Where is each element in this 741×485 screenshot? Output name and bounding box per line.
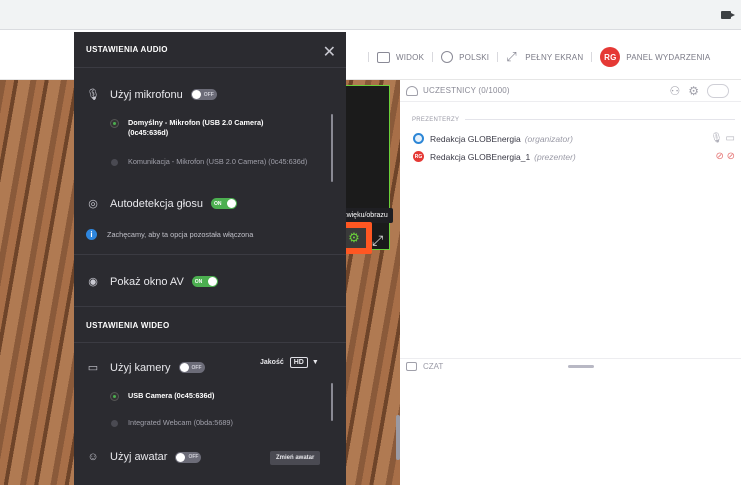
camera-icon: ▭ bbox=[87, 362, 99, 374]
user-avatar[interactable]: RG bbox=[600, 47, 621, 67]
participant-avatar: RG bbox=[413, 151, 424, 162]
use-camera-row: ▭ Użyj kamery OFF bbox=[86, 361, 205, 374]
use-avatar-toggle[interactable]: OFF bbox=[175, 451, 202, 463]
participants-tools: ⚇ ⚙ bbox=[669, 84, 729, 98]
participant-media-icons[interactable]: 🎙 ▭ bbox=[710, 133, 735, 144]
participant-role: (prezenter) bbox=[534, 151, 576, 162]
nav-language-button[interactable]: POLSKI bbox=[459, 53, 489, 62]
expand-icon[interactable]: ⤢ bbox=[372, 232, 383, 249]
camera-option-label: USB Camera (0c45:636d) bbox=[128, 391, 215, 400]
participant-avatar bbox=[413, 133, 424, 144]
avatar-icon: ☺ bbox=[87, 451, 99, 463]
use-mic-label: Użyj mikrofonu bbox=[110, 88, 183, 101]
participants-icon bbox=[406, 85, 418, 96]
autodetect-toggle[interactable]: ON bbox=[210, 198, 237, 209]
radio-selected bbox=[111, 393, 118, 400]
camera-option-label: Integrated Webcam (0bda:5689) bbox=[128, 418, 233, 427]
participant-muted-icons[interactable]: ⊘ ⊘ bbox=[715, 151, 735, 162]
gear-icon[interactable]: ⚙ bbox=[688, 84, 699, 98]
mic-option[interactable]: Domyślny - Mikrofon (USB 2.0 Camera) (0c… bbox=[111, 118, 301, 138]
mic-option-label: Domyślny - Mikrofon (USB 2.0 Camera) (0c… bbox=[128, 118, 264, 137]
microphone-icon: 🎙 bbox=[86, 89, 100, 101]
participants-title: UCZESTNICY (0/1000) bbox=[423, 86, 510, 95]
chat-title: CZAT bbox=[423, 362, 444, 371]
divider bbox=[74, 254, 346, 255]
add-person-icon[interactable]: ⚇ bbox=[669, 84, 680, 98]
use-mic-toggle[interactable]: OFF bbox=[190, 89, 217, 100]
info-icon: i bbox=[86, 229, 97, 240]
use-avatar-label: Użyj awatar bbox=[110, 451, 168, 463]
mic-option[interactable]: Komunikacja - Mikrofon (USB 2.0 Camera) … bbox=[111, 157, 311, 167]
globe-icon bbox=[441, 51, 454, 63]
use-avatar-row: ☺ Użyj awatar OFF bbox=[86, 451, 202, 463]
participant-role: (organizator) bbox=[524, 133, 573, 144]
quality-select[interactable]: Jakość HD ▼ bbox=[260, 357, 319, 368]
nav-divider bbox=[432, 52, 434, 62]
info-text: Zachęcamy, aby ta opcja pozostała włączo… bbox=[107, 230, 254, 239]
voice-detect-icon: ◎ bbox=[88, 198, 98, 210]
layout-icon bbox=[377, 51, 390, 63]
eye-icon: ◉ bbox=[88, 276, 98, 288]
quality-value: HD bbox=[289, 357, 308, 368]
camera-option[interactable]: USB Camera (0c45:636d) bbox=[111, 391, 311, 401]
audio-settings-panel: USTAWIENIA AUDIO ✕ 🎙 Użyj mikrofonu OFF … bbox=[74, 32, 346, 485]
camera-list-scrollbar[interactable] bbox=[331, 383, 333, 421]
show-av-row: ◉ Pokaż okno AV ON bbox=[86, 275, 218, 288]
video-settings-title: USTAWIENIA WIDEO bbox=[86, 321, 170, 330]
list-item[interactable]: RG Redakcja GLOBEnergia_1 (prezenter) ⊘ … bbox=[413, 149, 735, 164]
nav-fullscreen-button[interactable]: PEŁNY EKRAN bbox=[525, 53, 583, 62]
participant-name: Redakcja GLOBEnergia bbox=[430, 133, 521, 144]
panel-title: USTAWIENIA AUDIO bbox=[74, 32, 346, 68]
use-camera-toggle[interactable]: OFF bbox=[178, 362, 205, 373]
close-icon[interactable]: ✕ bbox=[323, 42, 336, 62]
chat-icon bbox=[406, 362, 417, 371]
camera-option[interactable]: Integrated Webcam (0bda:5689) bbox=[111, 418, 311, 428]
mic-option-label: Komunikacja - Mikrofon (USB 2.0 Camera) … bbox=[128, 157, 308, 166]
chevron-down-icon: ▼ bbox=[311, 359, 319, 366]
presenters-section-title: PREZENTERZY bbox=[412, 117, 741, 123]
use-mic-row: 🎙 Użyj mikrofonu OFF bbox=[86, 88, 217, 101]
autodetect-label: Autodetekcja głosu bbox=[110, 197, 203, 210]
fullscreen-icon bbox=[506, 49, 519, 65]
show-av-toggle[interactable]: ON bbox=[191, 276, 218, 287]
mic-list-scrollbar[interactable] bbox=[331, 114, 333, 182]
nav-divider bbox=[368, 52, 369, 62]
nav-divider bbox=[497, 52, 499, 62]
show-av-label: Pokaż okno AV bbox=[110, 275, 184, 288]
quality-label: Jakość bbox=[260, 359, 284, 366]
info-hint: i Zachęcamy, aby ta opcja pozostała włąc… bbox=[86, 229, 253, 240]
event-panel-button[interactable]: PANEL WYDARZENIA bbox=[626, 53, 710, 62]
resize-handle[interactable] bbox=[568, 365, 594, 368]
browser-toolbar bbox=[0, 0, 741, 30]
chat-header[interactable]: CZAT bbox=[400, 358, 741, 374]
participant-name: Redakcja GLOBEnergia_1 bbox=[430, 151, 531, 162]
use-camera-label: Użyj kamery bbox=[110, 361, 171, 374]
participants-panel: UCZESTNICY (0/1000) ⚇ ⚙ PREZENTERZY Reda… bbox=[400, 80, 741, 485]
list-item[interactable]: Redakcja GLOBEnergia (organizator) 🎙 ▭ bbox=[413, 131, 735, 146]
divider bbox=[74, 342, 346, 343]
nav-divider bbox=[591, 52, 593, 62]
radio-selected bbox=[111, 120, 118, 127]
radio-unselected bbox=[111, 159, 118, 166]
camera-indicator-icon bbox=[721, 11, 735, 19]
radio-unselected bbox=[111, 420, 118, 427]
divider bbox=[74, 306, 346, 307]
nav-view-button[interactable]: WIDOK bbox=[396, 53, 424, 62]
header-nav: WIDOK POLSKI PEŁNY EKRAN RG PANEL WYDARZ… bbox=[360, 47, 710, 67]
participants-toggle[interactable] bbox=[707, 84, 729, 98]
change-avatar-button[interactable]: Zmień awatar bbox=[270, 451, 321, 465]
autodetect-row: ◎ Autodetekcja głosu ON bbox=[86, 197, 237, 210]
